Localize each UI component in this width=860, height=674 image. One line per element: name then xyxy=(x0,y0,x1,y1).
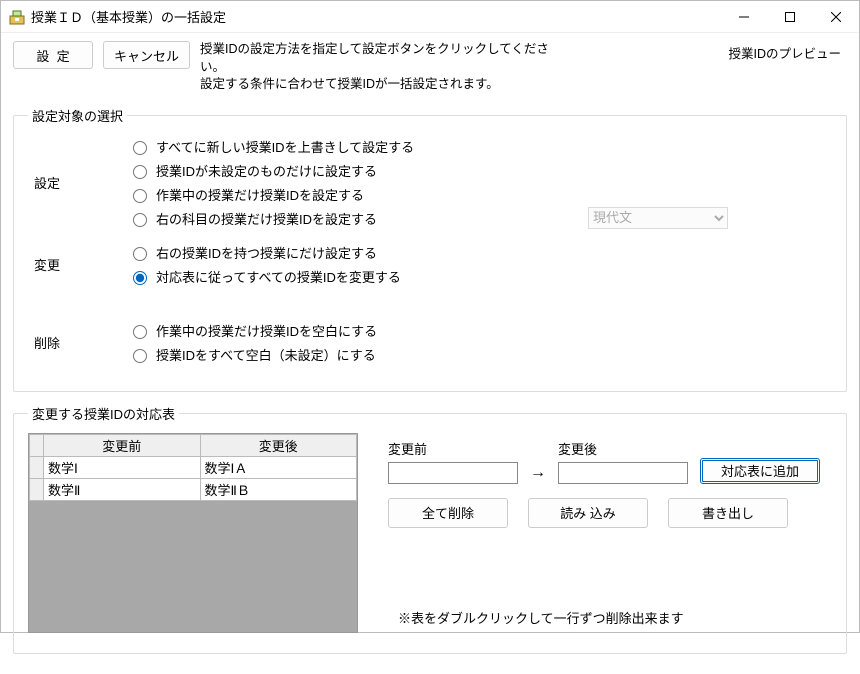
row-label-set: 設定 xyxy=(28,135,128,192)
opt-only-unset-radio[interactable] xyxy=(133,165,147,179)
field-after-input[interactable] xyxy=(558,462,688,484)
opt-overwrite-all-label: すべてに新しい授業IDを上書きして設定する xyxy=(156,137,414,156)
opt-change-all-by-table-radio[interactable] xyxy=(133,271,147,285)
double-click-hint: ※表をダブルクリックして一行ずつ削除出来ます xyxy=(388,608,832,627)
field-after-label: 変更後 xyxy=(558,439,688,458)
cell-after[interactable]: 数学ⅠＡ xyxy=(200,456,357,478)
opt-blank-all[interactable]: 授業IDをすべて空白（未設定）にする xyxy=(128,343,832,367)
row-label-change: 変更 xyxy=(28,241,128,274)
delete-all-button[interactable]: 全て削除 xyxy=(388,498,508,528)
table-corner xyxy=(30,434,44,456)
row-head xyxy=(30,478,44,500)
mapping-grid[interactable]: 変更前 変更後 数学Ⅰ 数学ⅠＡ xyxy=(28,433,358,633)
mapping-table-group: 変更する授業IDの対応表 変更前 変更後 xyxy=(13,404,847,654)
row-head xyxy=(30,456,44,478)
target-selection-legend: 設定対象の選択 xyxy=(28,106,127,125)
instruction-line-2: 設定する条件に合わせて授業IDが一括設定されます。 xyxy=(200,77,499,91)
opt-only-working-label: 作業中の授業だけ授業IDを設定する xyxy=(156,185,364,204)
opt-change-all-by-table[interactable]: 対応表に従ってすべての授業IDを変更する xyxy=(128,265,832,289)
opt-only-working[interactable]: 作業中の授業だけ授業IDを設定する xyxy=(128,183,832,207)
opt-only-right-id-radio[interactable] xyxy=(133,247,147,261)
opt-only-right-id-label: 右の授業IDを持つ授業にだけ設定する xyxy=(156,243,377,262)
field-before-input[interactable] xyxy=(388,462,518,484)
arrow-icon: → xyxy=(530,464,546,484)
add-to-table-button[interactable]: 対応表に追加 xyxy=(700,458,820,484)
instruction-text: 授業IDの設定方法を指定して設定ボタンをクリックしてください。 設定する条件に合… xyxy=(200,41,570,94)
opt-blank-working-label: 作業中の授業だけ授業IDを空白にする xyxy=(156,321,377,340)
title-bar: 授業ＩＤ（基本授業）の一括設定 xyxy=(1,1,859,33)
col-after-header[interactable]: 変更後 xyxy=(200,434,357,456)
load-button[interactable]: 読み 込み xyxy=(528,498,648,528)
instruction-line-1: 授業IDの設定方法を指定して設定ボタンをクリックしてください。 xyxy=(200,42,549,74)
opt-only-right-id[interactable]: 右の授業IDを持つ授業にだけ設定する xyxy=(128,241,832,265)
subject-select[interactable]: 現代文 xyxy=(588,207,728,229)
close-button[interactable] xyxy=(813,1,859,33)
opt-only-right-subject-radio[interactable] xyxy=(133,213,147,227)
cell-before[interactable]: 数学Ⅱ xyxy=(44,478,201,500)
maximize-button[interactable] xyxy=(767,1,813,33)
table-row[interactable]: 数学Ⅰ 数学ⅠＡ xyxy=(30,456,357,478)
app-icon xyxy=(9,9,25,25)
cell-after[interactable]: 数学ⅡＢ xyxy=(200,478,357,500)
cell-before[interactable]: 数学Ⅰ xyxy=(44,456,201,478)
opt-only-unset-label: 授業IDが未設定のものだけに設定する xyxy=(156,161,377,180)
opt-only-working-radio[interactable] xyxy=(133,189,147,203)
table-row[interactable]: 数学Ⅱ 数学ⅡＢ xyxy=(30,478,357,500)
opt-blank-all-label: 授業IDをすべて空白（未設定）にする xyxy=(156,345,376,364)
minimize-button[interactable] xyxy=(721,1,767,33)
opt-change-all-by-table-label: 対応表に従ってすべての授業IDを変更する xyxy=(156,267,401,286)
field-before-label: 変更前 xyxy=(388,439,518,458)
window-title: 授業ＩＤ（基本授業）の一括設定 xyxy=(31,7,226,26)
opt-only-unset[interactable]: 授業IDが未設定のものだけに設定する xyxy=(128,159,832,183)
opt-blank-all-radio[interactable] xyxy=(133,349,147,363)
export-button[interactable]: 書き出し xyxy=(668,498,788,528)
preview-label: 授業IDのプレビュー xyxy=(722,41,847,64)
table-header-row: 変更前 変更後 xyxy=(30,434,357,456)
set-button[interactable]: 設 定 xyxy=(13,41,93,69)
target-selection-group: 設定対象の選択 設定 すべてに新しい授業IDを上書きして設定する 授業IDが未設… xyxy=(13,106,847,392)
opt-overwrite-all[interactable]: すべてに新しい授業IDを上書きして設定する xyxy=(128,135,832,159)
row-label-delete: 削除 xyxy=(28,319,128,352)
mapping-table-legend: 変更する授業IDの対応表 xyxy=(28,404,179,423)
opt-overwrite-all-radio[interactable] xyxy=(133,141,147,155)
opt-only-right-subject-label: 右の科目の授業だけ授業IDを設定する xyxy=(156,209,377,228)
opt-blank-working-radio[interactable] xyxy=(133,325,147,339)
cancel-button[interactable]: キャンセル xyxy=(103,41,190,69)
col-before-header[interactable]: 変更前 xyxy=(44,434,201,456)
opt-blank-working[interactable]: 作業中の授業だけ授業IDを空白にする xyxy=(128,319,832,343)
